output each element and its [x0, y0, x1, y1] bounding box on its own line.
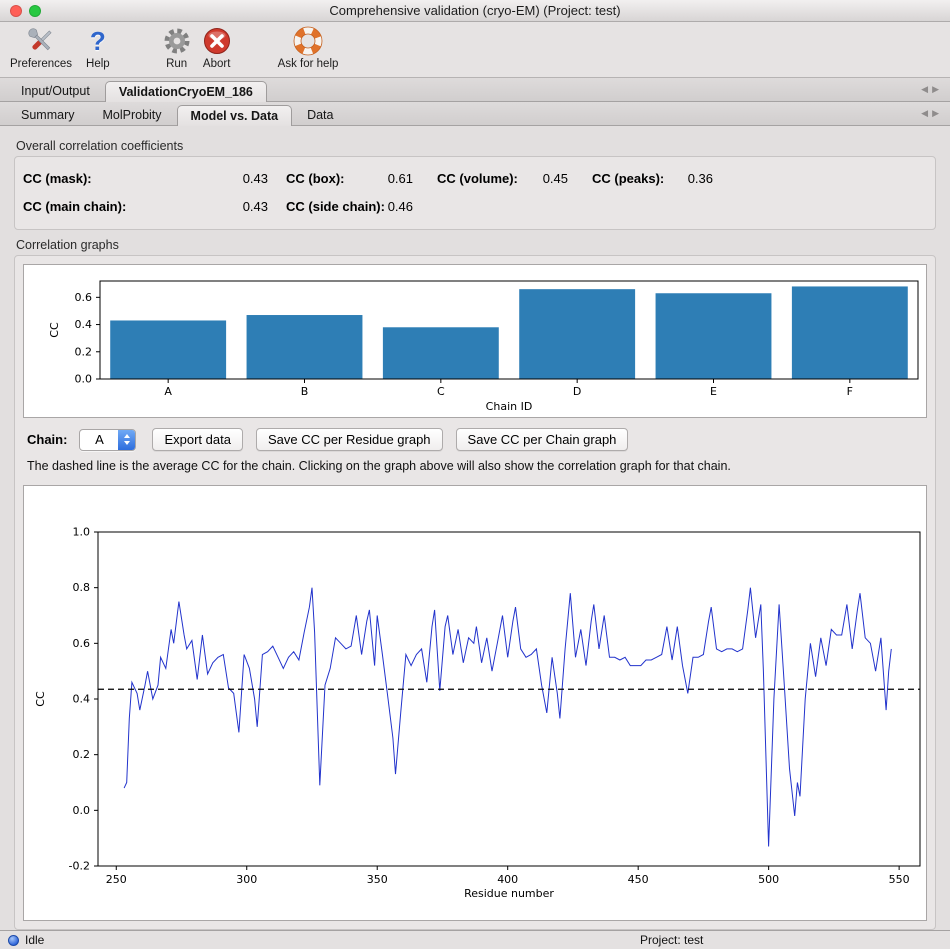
svg-text:550: 550 [889, 873, 910, 886]
tab-summary[interactable]: Summary [8, 105, 87, 126]
toolbar-label: Abort [203, 58, 231, 70]
svg-text:D: D [573, 385, 581, 398]
cc-stats-grid: CC (mask): 0.43 CC (box): 0.61 CC (volum… [23, 171, 927, 214]
export-data-button[interactable]: Export data [152, 428, 243, 451]
tab-model-vs-data[interactable]: Model vs. Data [177, 105, 293, 126]
tab-input-output[interactable]: Input/Output [8, 81, 103, 102]
toolbar-label: Ask for help [278, 58, 339, 70]
status-text: Idle [25, 933, 44, 947]
tab-scroll-arrows: ◀▶ [921, 108, 943, 119]
svg-text:A: A [164, 385, 172, 398]
cc-main-chain-value: 0.43 [138, 199, 268, 214]
svg-text:CC: CC [34, 691, 47, 707]
save-cc-per-chain-graph-button[interactable]: Save CC per Chain graph [456, 428, 629, 451]
ask-for-help-button[interactable]: Ask for help [278, 25, 339, 70]
svg-text:0.2: 0.2 [73, 748, 91, 761]
overall-cc-section-title: Overall correlation coefficients [16, 139, 936, 153]
abort-button[interactable]: Abort [202, 25, 232, 70]
scroll-left-icon[interactable]: ◀ [921, 108, 932, 118]
correlation-graphs-panel: A B C D E F 0.0 0.2 0.4 0.6 Chain ID CC Chain: A Ex… [14, 255, 936, 930]
gear-icon [162, 25, 192, 57]
svg-text:E: E [710, 385, 717, 398]
svg-text:0.0: 0.0 [75, 373, 93, 386]
save-cc-per-residue-graph-button[interactable]: Save CC per Residue graph [256, 428, 443, 451]
toolbar-label: Preferences [10, 58, 72, 70]
title-bar: Comprehensive validation (cryo-EM) (Proj… [0, 0, 950, 22]
primary-tab-bar: Input/Output ValidationCryoEM_186 ◀▶ [0, 78, 950, 102]
svg-text:1.0: 1.0 [73, 526, 91, 539]
project-label: Project: test [640, 933, 703, 947]
svg-text:C: C [437, 385, 445, 398]
run-button[interactable]: Run [162, 25, 192, 70]
status-bar: Idle Project: test [0, 930, 950, 949]
scroll-left-icon[interactable]: ◀ [921, 84, 932, 94]
svg-text:0.6: 0.6 [73, 637, 91, 650]
bar-chart-canvas[interactable]: A B C D E F 0.0 0.2 0.4 0.6 Chain ID CC [24, 265, 942, 417]
chain-controls-row: Chain: A Export data Save CC per Residue… [27, 428, 923, 451]
svg-text:B: B [301, 385, 309, 398]
line-chart-canvas: -0.2 0.0 0.2 0.4 0.6 0.8 1.0 250 300 350 400 450 500… [24, 486, 942, 920]
toolbar-label: Help [86, 58, 110, 70]
crossed-tools-icon [25, 25, 57, 57]
tab-molprobity[interactable]: MolProbity [89, 105, 174, 126]
svg-text:350: 350 [367, 873, 388, 886]
close-window-icon[interactable] [10, 5, 22, 17]
cc-per-chain-bar-chart[interactable]: A B C D E F 0.0 0.2 0.4 0.6 Chain ID CC [23, 264, 927, 418]
abort-x-icon [202, 25, 232, 57]
window-controls [10, 5, 41, 17]
scroll-right-icon[interactable]: ▶ [932, 84, 943, 94]
svg-text:0.2: 0.2 [75, 345, 93, 358]
svg-text:0.4: 0.4 [75, 318, 93, 331]
window-title: Comprehensive validation (cryo-EM) (Proj… [0, 3, 950, 18]
cc-peaks-label: CC (peaks): [568, 171, 653, 186]
cc-mask-label: CC (mask): [23, 171, 138, 186]
tab-scroll-arrows: ◀▶ [921, 84, 943, 95]
svg-text:Residue number: Residue number [464, 887, 554, 900]
tab-validationcryoem-186[interactable]: ValidationCryoEM_186 [105, 81, 267, 102]
chain-label: Chain: [27, 432, 67, 447]
correlation-graphs-section-title: Correlation graphs [16, 238, 936, 252]
cc-side-chain-value: 0.46 [368, 199, 413, 214]
chevron-up-down-icon [118, 430, 135, 450]
svg-text:500: 500 [758, 873, 779, 886]
help-button[interactable]: ? Help [86, 25, 110, 70]
svg-text:300: 300 [236, 873, 257, 886]
svg-text:450: 450 [628, 873, 649, 886]
cc-volume-value: 0.45 [508, 171, 568, 186]
svg-text:250: 250 [106, 873, 127, 886]
cc-mask-value: 0.43 [138, 171, 268, 186]
svg-text:Chain ID: Chain ID [486, 400, 533, 413]
cc-volume-label: CC (volume): [413, 171, 508, 186]
model-vs-data-page: Overall correlation coefficients CC (mas… [0, 126, 950, 930]
scroll-right-icon[interactable]: ▶ [932, 108, 943, 118]
preferences-button[interactable]: Preferences [10, 25, 72, 70]
status-indicator-icon [8, 935, 19, 946]
svg-text:0.0: 0.0 [73, 804, 91, 817]
svg-text:400: 400 [497, 873, 518, 886]
cc-side-chain-label: CC (side chain): [268, 199, 368, 214]
cc-box-label: CC (box): [268, 171, 368, 186]
chain-select-value: A [80, 430, 118, 450]
svg-text:-0.2: -0.2 [69, 860, 90, 873]
svg-text:CC: CC [48, 322, 61, 338]
dashed-line-note: The dashed line is the average CC for th… [27, 459, 923, 473]
cc-box-value: 0.61 [368, 171, 413, 186]
svg-text:F: F [847, 385, 853, 398]
zoom-window-icon[interactable] [29, 5, 41, 17]
chain-select[interactable]: A [79, 429, 136, 451]
life-ring-icon [293, 25, 323, 57]
toolbar: Preferences ? Help Run [0, 22, 950, 78]
secondary-tab-bar: Summary MolProbity Model vs. Data Data ◀… [0, 102, 950, 126]
cc-peaks-value: 0.36 [653, 171, 713, 186]
cc-main-chain-label: CC (main chain): [23, 199, 138, 214]
cc-per-residue-line-chart: -0.2 0.0 0.2 0.4 0.6 0.8 1.0 250 300 350 400 450 500… [23, 485, 927, 921]
overall-cc-panel: CC (mask): 0.43 CC (box): 0.61 CC (volum… [14, 156, 936, 230]
svg-text:0.4: 0.4 [73, 693, 91, 706]
toolbar-label: Run [166, 58, 187, 70]
svg-text:0.8: 0.8 [73, 581, 91, 594]
app-window: Comprehensive validation (cryo-EM) (Proj… [0, 0, 950, 949]
svg-text:0.6: 0.6 [75, 291, 93, 304]
tab-data[interactable]: Data [294, 105, 346, 126]
question-mark-icon: ? [90, 25, 106, 57]
